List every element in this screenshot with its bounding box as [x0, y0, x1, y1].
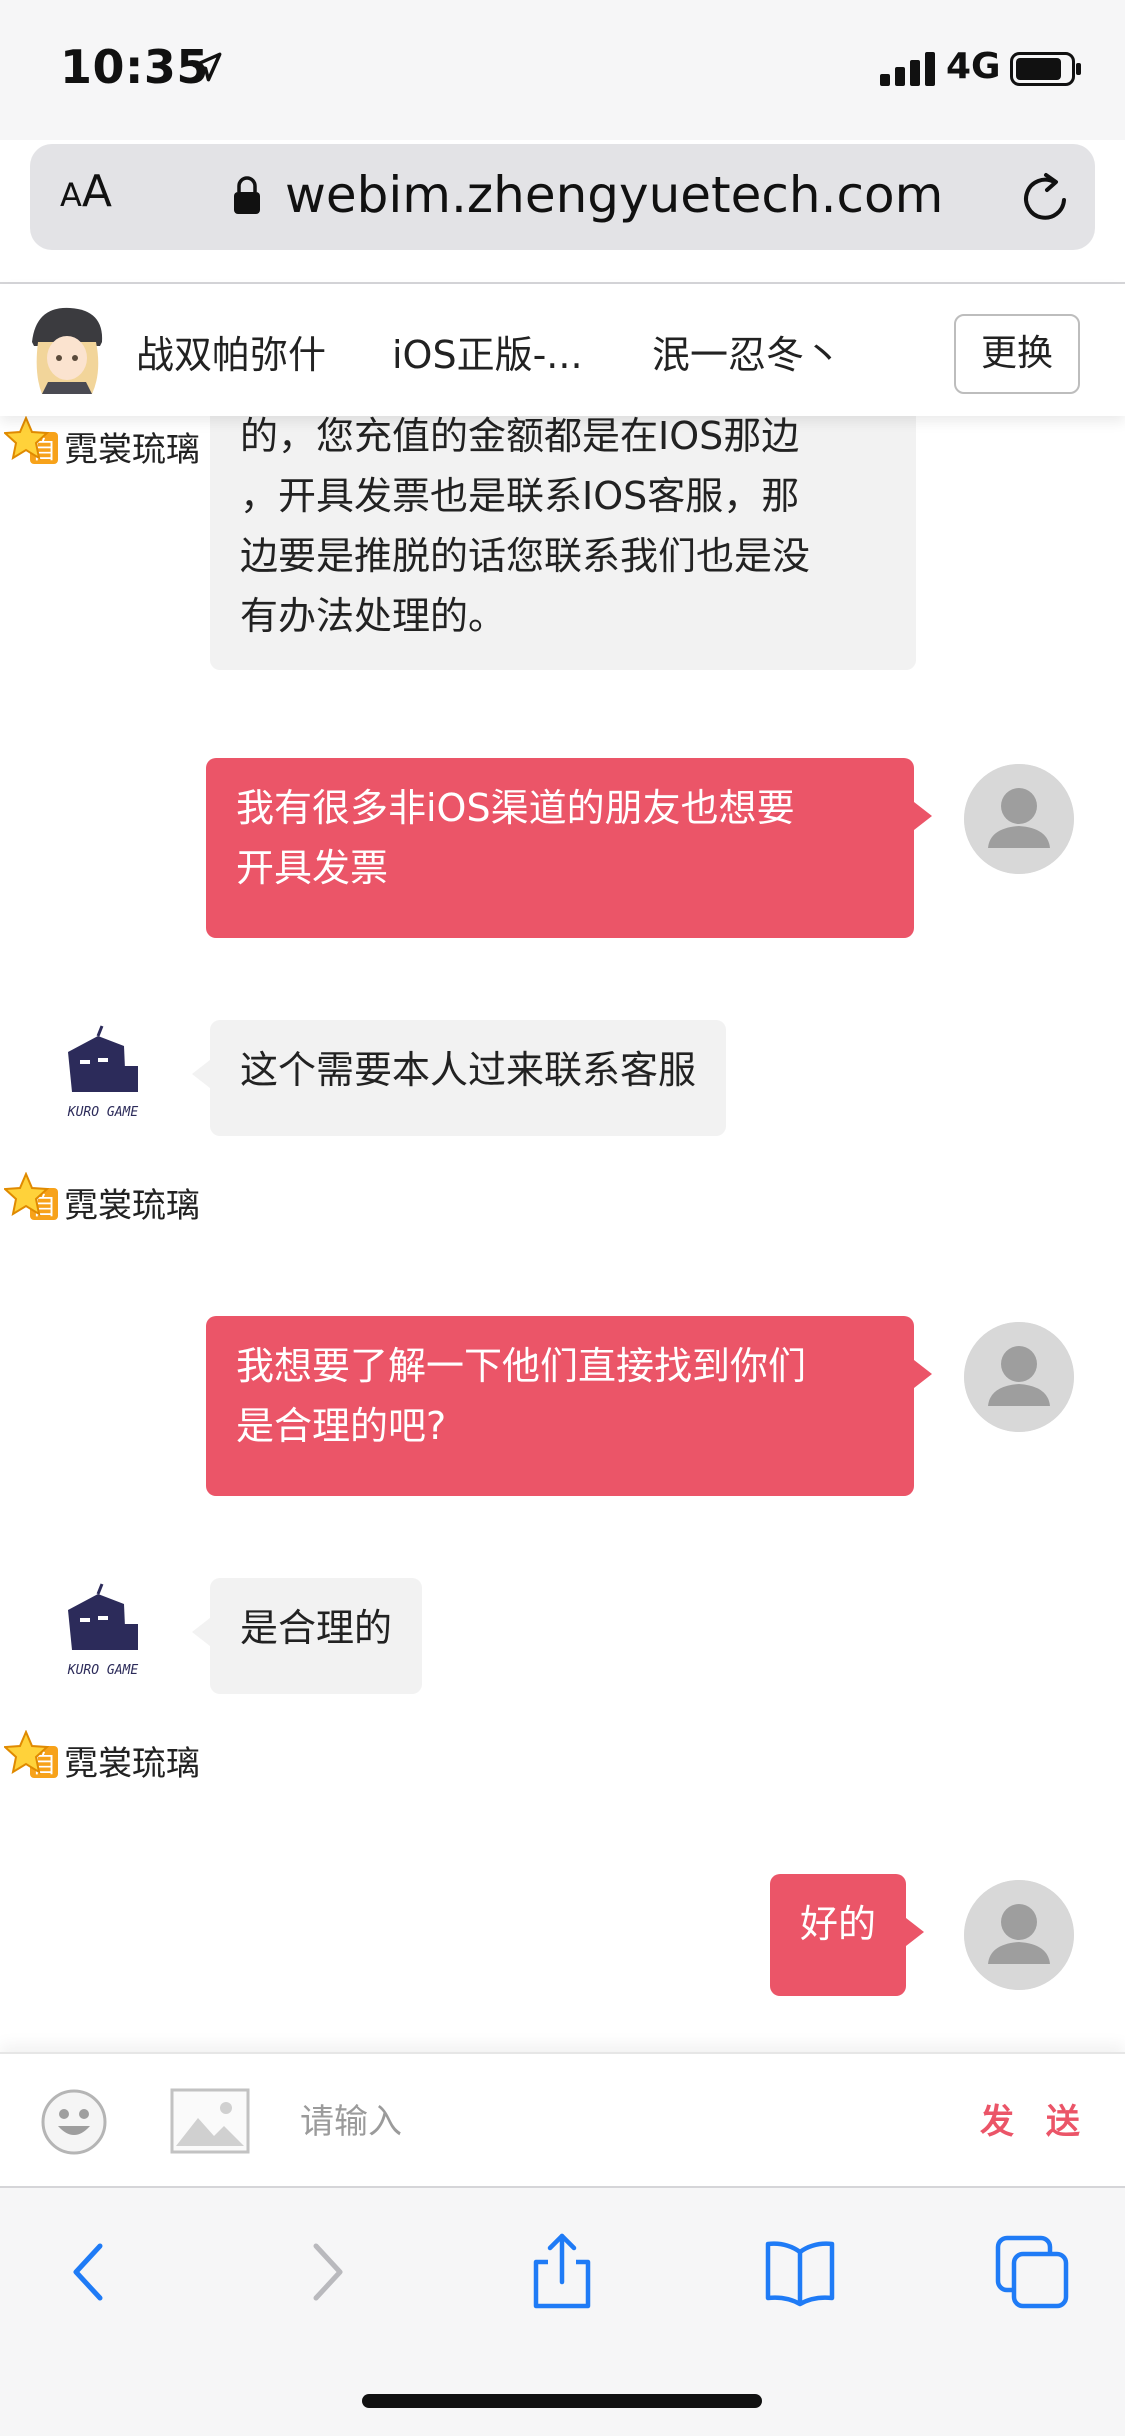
- status-bar: 10:35 4G: [0, 0, 1125, 140]
- svg-text:KURO GAME: KURO GAME: [67, 1663, 139, 1678]
- home-indicator: [362, 2394, 762, 2408]
- send-button[interactable]: 发 送: [980, 2094, 1090, 2143]
- message-bubble-incoming: 是合理的: [191, 1578, 423, 1694]
- address-bar[interactable]: AA webim.zhengyuetech.com: [30, 144, 1095, 250]
- star-badge-icon: 自: [4, 1172, 58, 1220]
- message-bubble-outgoing: 我想要了解一下他们直接找到你们 是合理的吧?: [206, 1316, 932, 1496]
- reload-icon[interactable]: [1018, 170, 1074, 226]
- forward-icon[interactable]: [284, 2232, 364, 2312]
- svg-text:KURO GAME: KURO GAME: [67, 1105, 139, 1120]
- status-time: 10:35: [60, 40, 209, 94]
- share-icon[interactable]: [522, 2232, 602, 2312]
- url-text[interactable]: webim.zhengyuetech.com: [285, 166, 943, 224]
- switch-button[interactable]: 更换: [954, 314, 1080, 394]
- message-bubble-incoming: 这个需要本人过来联系客服: [191, 1020, 727, 1136]
- user-avatar: [964, 1880, 1074, 1990]
- lock-icon: [234, 176, 260, 214]
- tab-game-name[interactable]: 战双帕弥什: [136, 324, 326, 379]
- user-avatar: [964, 1322, 1074, 1432]
- cellular-signal-icon: [880, 52, 935, 86]
- image-upload-icon[interactable]: [170, 2088, 250, 2154]
- user-avatar: [964, 764, 1074, 874]
- game-avatar[interactable]: [22, 302, 112, 398]
- kuro-game-logo: KURO GAME: [67, 1583, 139, 1678]
- message-bubble-outgoing: 好的: [770, 1874, 925, 1996]
- back-icon[interactable]: [52, 2232, 132, 2312]
- message-input[interactable]: [300, 2082, 900, 2162]
- star-badge-icon: 自: [4, 1730, 58, 1778]
- network-type: 4G: [946, 46, 1001, 87]
- location-arrow-icon: [192, 52, 222, 82]
- reader-settings-button[interactable]: AA: [60, 166, 112, 217]
- message-input-bar: 发 送: [0, 2052, 1125, 2186]
- bookmarks-icon[interactable]: [760, 2232, 840, 2312]
- emoji-icon[interactable]: [40, 2088, 108, 2156]
- chat-header: 战双帕弥什 iOS正版-... 泯一忍冬丶 更换: [0, 284, 1125, 416]
- star-badge-icon: 自: [4, 416, 58, 464]
- chat-message-list[interactable]: 自 霓裳琉璃 的，您充值的金额都是在IOS那边 ，开具发票也是联系IOS客服，那…: [0, 416, 1125, 2052]
- tabs-icon[interactable]: [992, 2232, 1072, 2312]
- battery-icon: [1010, 52, 1081, 86]
- message-bubble-outgoing: 我有很多非iOS渠道的朋友也想要 开具发票: [206, 758, 932, 938]
- tab-channel[interactable]: iOS正版-...: [392, 324, 583, 379]
- tab-user-name[interactable]: 泯一忍冬丶: [652, 324, 842, 379]
- message-bubble-incoming: 的，您充值的金额都是在IOS那边 ，开具发票也是联系IOS客服，那 边要是推脱的…: [210, 416, 916, 670]
- kuro-game-logo: KURO GAME: [67, 1025, 139, 1120]
